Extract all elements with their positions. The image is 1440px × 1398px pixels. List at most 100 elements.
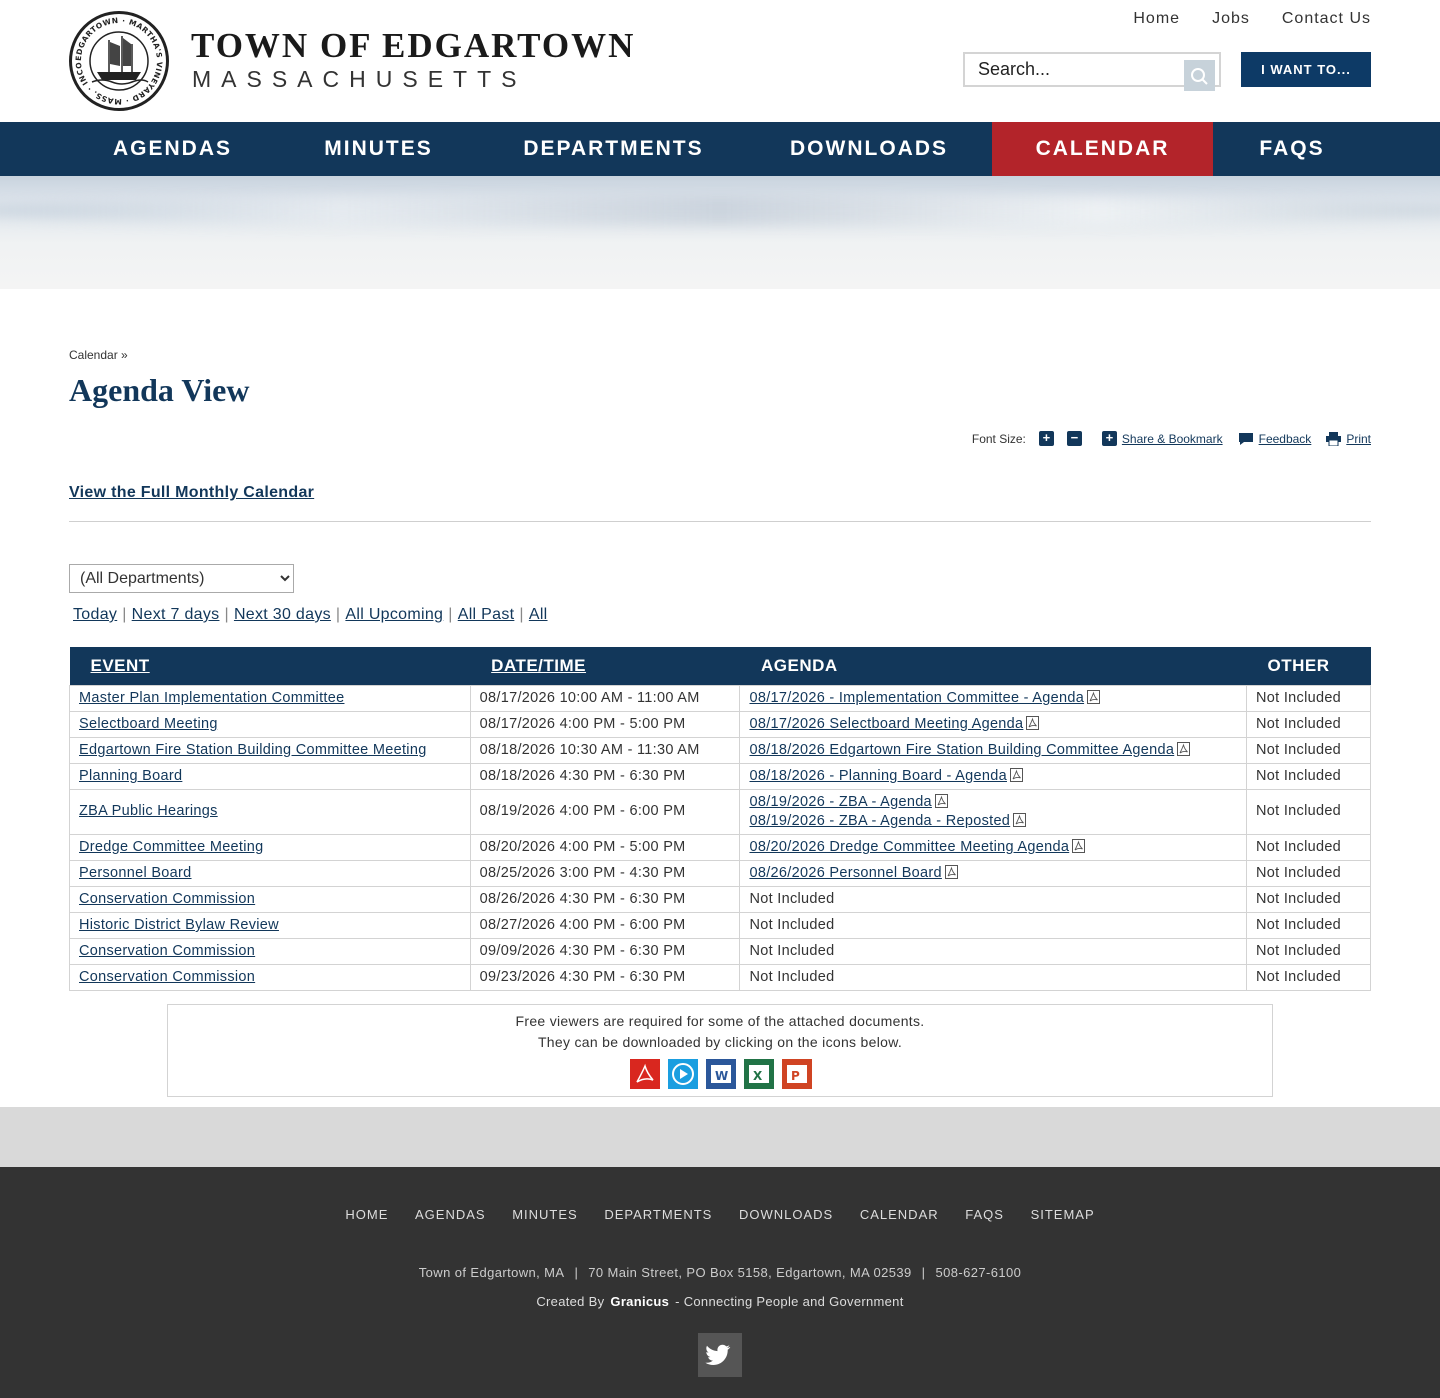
agenda-link[interactable]: 08/17/2026 Selectboard Meeting Agenda: [749, 716, 1023, 732]
agenda-link[interactable]: 08/20/2026 Dredge Committee Meeting Agen…: [749, 839, 1069, 855]
footer-phone[interactable]: 508-627-6100: [935, 1265, 1021, 1280]
print-link[interactable]: Print: [1346, 432, 1371, 446]
filter-next-30[interactable]: Next 30 days: [234, 606, 331, 623]
footer-link-downloads[interactable]: DOWNLOADS: [739, 1207, 833, 1222]
svg-text:X: X: [753, 1069, 763, 1083]
footer-top-band: [0, 1107, 1440, 1167]
date-filters: Today | Next 7 days | Next 30 days | All Upcom…: [73, 606, 548, 623]
agenda-cell: Not Included: [739, 937, 1248, 965]
nav-agendas[interactable]: AGENDAS: [69, 122, 276, 176]
agenda-link[interactable]: 08/26/2026 Personnel Board: [749, 865, 941, 881]
filter-next-7[interactable]: Next 7 days: [132, 606, 220, 623]
table-row: Conservation Commission 08/26/2026 4:30 P…: [69, 885, 1371, 913]
font-increase-icon[interactable]: +: [1038, 431, 1054, 446]
filter-all-past[interactable]: All Past: [458, 606, 515, 623]
event-link[interactable]: Historic District Bylaw Review: [79, 917, 279, 933]
twitter-button[interactable]: [698, 1333, 742, 1377]
site-title[interactable]: TOWN OF EDGARTOWN: [191, 26, 635, 66]
footer-link-agendas[interactable]: AGENDAS: [415, 1207, 486, 1222]
pdf-viewer-icon[interactable]: [630, 1059, 660, 1089]
nav-departments[interactable]: DEPARTMENTS: [481, 122, 746, 176]
header-event[interactable]: EVENT: [69, 647, 471, 685]
search-button[interactable]: [1184, 60, 1215, 91]
sort-event-link[interactable]: EVENT: [91, 656, 150, 675]
feedback-icon[interactable]: [1238, 432, 1254, 446]
event-cell: Conservation Commission: [69, 885, 471, 913]
town-seal-logo[interactable]: EDGARTOWN · MARTHA'S VINEYARD · MASS. · …: [69, 11, 169, 111]
footer-link-minutes[interactable]: MINUTES: [512, 1207, 578, 1222]
department-select[interactable]: (All Departments): [69, 564, 294, 593]
nav-downloads[interactable]: DOWNLOADS: [746, 122, 992, 176]
event-link[interactable]: Selectboard Meeting: [79, 716, 218, 732]
other-cell: Not Included: [1246, 859, 1371, 887]
sort-datetime-link[interactable]: DATE/TIME: [491, 656, 586, 675]
event-cell: Historic District Bylaw Review: [69, 911, 471, 939]
event-link[interactable]: ZBA Public Hearings: [79, 803, 218, 819]
full-calendar-link[interactable]: View the Full Monthly Calendar: [69, 484, 314, 502]
share-bookmark-link[interactable]: Share & Bookmark: [1122, 432, 1223, 446]
agenda-link[interactable]: 08/19/2026 - ZBA - Agenda - Reposted: [749, 813, 1010, 829]
word-viewer-icon[interactable]: W: [706, 1059, 736, 1089]
viewers-line-2: They can be downloaded by clicking on th…: [537, 1034, 903, 1050]
event-cell: Edgartown Fire Station Building Committe…: [69, 736, 471, 764]
nav-calendar[interactable]: CALENDAR: [992, 122, 1213, 176]
powerpoint-viewer-icon[interactable]: P: [782, 1059, 812, 1089]
nav-minutes[interactable]: MINUTES: [276, 122, 481, 176]
filter-today[interactable]: Today: [73, 606, 117, 623]
footer-link-calendar[interactable]: CALENDAR: [860, 1207, 939, 1222]
footer-link-departments[interactable]: DEPARTMENTS: [604, 1207, 712, 1222]
top-link-contact[interactable]: Contact Us: [1282, 10, 1371, 28]
media-player-icon[interactable]: [668, 1059, 698, 1089]
filter-all[interactable]: All: [529, 606, 548, 623]
other-cell: Not Included: [1246, 911, 1371, 939]
datetime-cell: 09/23/2026 4:30 PM - 6:30 PM: [469, 963, 741, 991]
agenda-link[interactable]: 08/18/2026 Edgartown Fire Station Buildi…: [749, 742, 1174, 758]
i-want-to-button[interactable]: I WANT TO...: [1241, 52, 1371, 87]
other-cell: Not Included: [1246, 937, 1371, 965]
table-row: Planning Board 08/18/2026 4:30 PM - 6:30 …: [69, 762, 1371, 790]
event-link[interactable]: Planning Board: [79, 768, 182, 784]
footer-link-faqs[interactable]: FAQS: [965, 1207, 1004, 1222]
top-link-home[interactable]: Home: [1133, 10, 1180, 28]
nav-faqs[interactable]: FAQS: [1213, 122, 1371, 176]
breadcrumb[interactable]: Calendar »: [69, 348, 128, 362]
datetime-cell: 08/18/2026 10:30 AM - 11:30 AM: [469, 736, 741, 764]
footer-link-sitemap[interactable]: SITEMAP: [1031, 1207, 1095, 1222]
feedback-link[interactable]: Feedback: [1259, 432, 1312, 446]
credit-suffix: - Connecting People and Government: [675, 1294, 904, 1309]
agenda-link[interactable]: 08/17/2026 - Implementation Committee - …: [749, 690, 1084, 706]
agenda-link[interactable]: 08/19/2026 - ZBA - Agenda: [749, 794, 931, 810]
pdf-icon: [934, 793, 948, 808]
banner-wave: [0, 196, 1440, 226]
footer-link-home[interactable]: HOME: [345, 1207, 388, 1222]
event-link[interactable]: Conservation Commission: [79, 969, 255, 985]
print-icon[interactable]: [1326, 431, 1342, 446]
footer-street: 70 Main Street, PO Box 5158, Edgartown, …: [588, 1265, 912, 1280]
divider: [69, 521, 1371, 522]
search-input[interactable]: [967, 56, 1177, 83]
header-datetime[interactable]: DATE/TIME: [470, 647, 740, 685]
agenda-not-included: Not Included: [749, 943, 835, 959]
other-cell: Not Included: [1246, 788, 1371, 835]
event-link[interactable]: Personnel Board: [79, 865, 192, 881]
filter-all-upcoming[interactable]: All Upcoming: [345, 606, 443, 623]
other-cell: Not Included: [1246, 833, 1371, 861]
share-plus-icon[interactable]: +: [1101, 431, 1117, 446]
event-link[interactable]: Conservation Commission: [79, 891, 255, 907]
pdf-icon: [944, 865, 958, 879]
agenda-cell: 08/20/2026 Dredge Committee Meeting Agen…: [739, 833, 1248, 861]
excel-viewer-icon[interactable]: X: [744, 1059, 774, 1089]
credit-brand-link[interactable]: Granicus: [610, 1294, 669, 1309]
event-link[interactable]: Master Plan Implementation Committee: [79, 690, 344, 706]
event-link[interactable]: Edgartown Fire Station Building Committe…: [79, 742, 427, 758]
event-link[interactable]: Dredge Committee Meeting: [79, 839, 264, 855]
table-row: Edgartown Fire Station Building Committe…: [69, 736, 1371, 764]
agenda-link[interactable]: 08/18/2026 - Planning Board - Agenda: [749, 768, 1007, 784]
top-link-jobs[interactable]: Jobs: [1212, 10, 1250, 28]
pdf-icon: [1087, 690, 1101, 704]
font-decrease-icon[interactable]: −: [1066, 431, 1082, 446]
datetime-cell: 08/20/2026 4:00 PM - 5:00 PM: [469, 833, 741, 861]
pdf-icon: [1072, 839, 1086, 853]
event-link[interactable]: Conservation Commission: [79, 943, 255, 959]
table-row: Historic District Bylaw Review 08/27/2026…: [69, 911, 1371, 939]
